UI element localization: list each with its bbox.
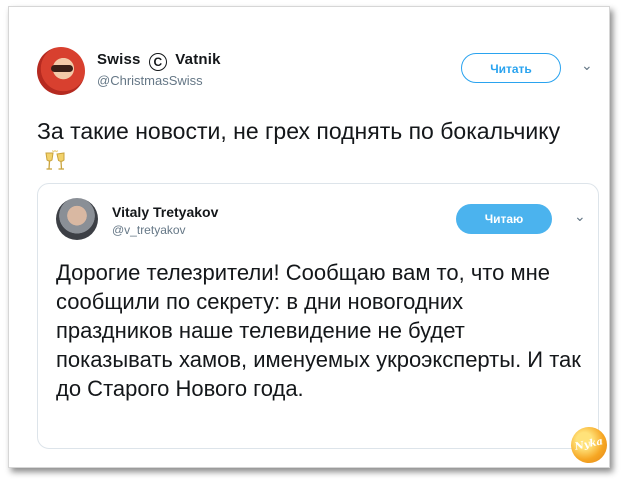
quoted-author-handle[interactable]: @v_tretyakov xyxy=(112,223,186,237)
tweet-card: Swiss C Vatnik @ChristmasSwiss Читать ⌄ … xyxy=(8,6,611,468)
author-handle[interactable]: @ChristmasSwiss xyxy=(97,73,203,88)
quoted-tweet-text: Дорогие телезрители! Сообщаю вам то, что… xyxy=(56,260,581,401)
chevron-down-icon[interactable]: ⌄ xyxy=(581,57,593,74)
clinking-glasses-icon xyxy=(45,150,65,170)
tweet-body: За такие новости, не грех поднять по бок… xyxy=(37,118,561,144)
author-name-part2: Vatnik xyxy=(175,51,221,68)
author-name[interactable]: Swiss C Vatnik xyxy=(97,51,221,71)
tweet-text: За такие новости, не грех поднять по бок… xyxy=(37,117,577,175)
quoted-author-name[interactable]: Vitaly Tretyakov xyxy=(112,204,218,220)
avatar[interactable] xyxy=(37,47,85,95)
follow-button[interactable]: Читать xyxy=(461,53,561,83)
author-name-part1: Swiss xyxy=(97,51,141,68)
copyright-icon: C xyxy=(148,53,167,71)
quoted-avatar[interactable] xyxy=(56,198,98,240)
quoted-follow-button[interactable]: Читаю xyxy=(456,204,552,234)
sunglasses-decoration xyxy=(51,65,73,72)
quoted-tweet[interactable]: Vitaly Tretyakov @v_tretyakov Читаю ⌄ До… xyxy=(37,183,599,449)
quoted-chevron-down-icon[interactable]: ⌄ xyxy=(574,208,586,225)
